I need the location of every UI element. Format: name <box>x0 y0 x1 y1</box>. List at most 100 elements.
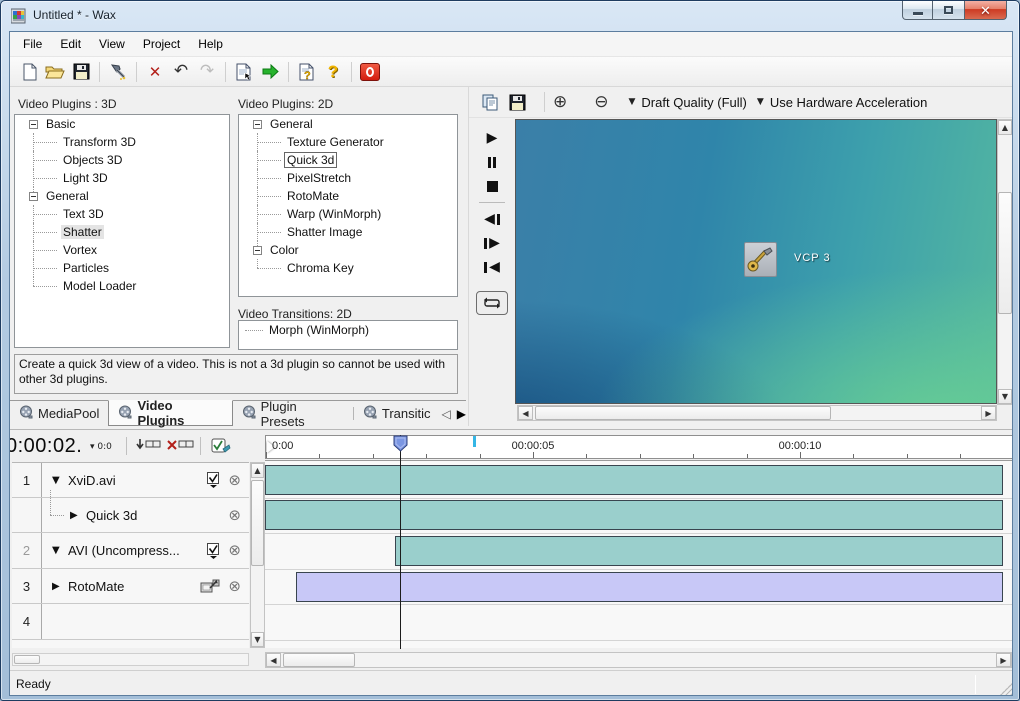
expand-toggle-icon[interactable]: ▶ <box>70 510 78 521</box>
scroll-thumb[interactable] <box>283 653 355 667</box>
scroll-thumb[interactable] <box>535 406 831 420</box>
tree-item-shatter[interactable]: Shatter <box>15 223 229 241</box>
run-arrow-icon[interactable] <box>258 61 282 83</box>
add-track-icon[interactable] <box>136 437 162 453</box>
tree-group-general[interactable]: General <box>15 187 229 205</box>
scroll-right-icon[interactable]: ▶ <box>996 653 1011 667</box>
timeline-clip[interactable] <box>296 572 1003 602</box>
splitter[interactable] <box>10 429 1013 430</box>
go-start-button[interactable]: ◀ <box>477 255 507 279</box>
acceleration-dropdown-arrow[interactable]: ▼ <box>757 97 764 107</box>
remove-icon[interactable]: ⊗ <box>228 508 241 523</box>
record-power-icon[interactable] <box>358 61 382 83</box>
tab-scroll-left-icon[interactable]: ◁ <box>442 407 451 421</box>
playhead-line[interactable] <box>400 435 401 649</box>
help-document-icon[interactable]: ? <box>295 61 319 83</box>
preview-horizontal-scrollbar[interactable]: ◀ ▶ <box>517 405 997 421</box>
remove-icon[interactable]: ⊗ <box>228 579 241 594</box>
scroll-up-icon[interactable]: ▲ <box>251 463 264 478</box>
open-folder-icon[interactable] <box>43 61 67 83</box>
tracklist-horizontal-scrollbar[interactable] <box>12 653 249 666</box>
collapse-toggle-icon[interactable] <box>29 192 38 201</box>
scroll-left-icon[interactable]: ◀ <box>266 653 281 667</box>
scroll-right-icon[interactable]: ▶ <box>981 406 996 420</box>
timeline-clip[interactable] <box>395 536 1003 566</box>
track-row-avi-uncompress-[interactable]: 2▼AVI (Uncompress...⊗ <box>12 533 249 569</box>
tree-item-model-loader[interactable]: Model Loader <box>15 277 229 295</box>
help-question-icon[interactable]: ? <box>321 61 345 83</box>
collapse-toggle-icon[interactable] <box>253 120 262 129</box>
zoom-out-icon[interactable]: ⊖ <box>594 94 608 111</box>
new-document-icon[interactable] <box>17 61 41 83</box>
collapse-toggle-icon[interactable] <box>29 120 38 129</box>
remove-icon[interactable]: ⊗ <box>228 543 241 558</box>
scroll-thumb[interactable] <box>251 480 264 566</box>
timeline-clip[interactable] <box>265 500 1003 530</box>
menu-file[interactable]: File <box>14 33 51 55</box>
tree-item-objects-3d[interactable]: Objects 3D <box>15 151 229 169</box>
playhead-marker[interactable] <box>393 435 408 455</box>
tab-transitic[interactable]: Transitic <box>354 401 440 426</box>
copy-frame-icon[interactable] <box>481 93 499 111</box>
track-row-rotomate[interactable]: 3▶RotoMate⊗ <box>12 569 249 604</box>
tree-item-pixelstretch[interactable]: PixelStretch <box>239 169 457 187</box>
zoom-in-icon[interactable]: ⊕ <box>553 94 567 111</box>
collapse-toggle-icon[interactable]: ▼ <box>52 475 60 486</box>
tree-item-quick-3d[interactable]: Quick 3d <box>239 151 457 169</box>
titlebar[interactable]: Untitled * - Wax ✕ <box>1 1 1019 31</box>
save-floppy-icon[interactable] <box>69 61 93 83</box>
step-forward-button[interactable]: ▶ <box>477 231 507 255</box>
tree-group-color[interactable]: Color <box>239 241 457 259</box>
timecode-display[interactable]: 0:00:02. <box>9 435 82 458</box>
tree-item-text-3d[interactable]: Text 3D <box>15 205 229 223</box>
undo-arrow-icon[interactable]: ↶ <box>169 61 193 83</box>
timecode-unit-dropdown[interactable]: ▾ 0:0 <box>90 442 112 452</box>
tree-group-general[interactable]: General <box>239 115 457 133</box>
stop-button[interactable] <box>477 174 507 198</box>
quality-dropdown-label[interactable]: Draft Quality (Full) <box>641 95 746 110</box>
redo-arrow-icon[interactable]: ↷ <box>195 61 219 83</box>
scroll-up-icon[interactable]: ▲ <box>998 120 1012 135</box>
delete-x-icon[interactable]: ✕ <box>143 61 167 83</box>
resize-grip[interactable] <box>1000 683 1012 695</box>
menu-help[interactable]: Help <box>189 33 232 55</box>
menu-edit[interactable]: Edit <box>51 33 90 55</box>
edit-properties-icon[interactable] <box>210 437 232 455</box>
expand-toggle-icon[interactable]: ▶ <box>52 581 60 592</box>
scroll-left-icon[interactable]: ◀ <box>518 406 533 420</box>
quality-dropdown-arrow[interactable]: ▼ <box>629 97 636 107</box>
tree-item-vortex[interactable]: Vortex <box>15 241 229 259</box>
export-document-icon[interactable] <box>232 61 256 83</box>
menu-view[interactable]: View <box>90 33 134 55</box>
tools-hammer-icon[interactable] <box>106 61 130 83</box>
loop-button[interactable] <box>476 291 508 315</box>
preview-vertical-scrollbar[interactable]: ▲ ▼ <box>997 119 1013 405</box>
save-frame-icon[interactable] <box>509 94 526 111</box>
tab-scroll-right-icon[interactable]: ▶ <box>457 407 466 421</box>
timeline-clip[interactable] <box>265 465 1003 495</box>
export-frame-icon[interactable] <box>200 579 221 594</box>
pause-button[interactable] <box>477 150 507 174</box>
menu-project[interactable]: Project <box>134 33 189 55</box>
minimize-button[interactable] <box>902 1 933 20</box>
collapse-toggle-icon[interactable]: ▼ <box>52 545 60 556</box>
tree-item-rotomate[interactable]: RotoMate <box>239 187 457 205</box>
scroll-down-icon[interactable]: ▼ <box>998 389 1012 404</box>
tree-item-morph-winmorph-[interactable]: Morph (WinMorph) <box>239 321 457 339</box>
step-back-button[interactable]: ◀ <box>477 207 507 231</box>
scroll-thumb[interactable] <box>14 655 40 664</box>
track-row-xvid-avi[interactable]: 1▼XviD.avi⊗ <box>12 463 249 498</box>
render-check-icon[interactable] <box>206 543 221 559</box>
acceleration-dropdown-label[interactable]: Use Hardware Acceleration <box>770 95 928 110</box>
track-row-4[interactable]: 4 <box>12 604 249 640</box>
tree-item-texture-generator[interactable]: Texture Generator <box>239 133 457 151</box>
tree-item-transform-3d[interactable]: Transform 3D <box>15 133 229 151</box>
tree-item-particles[interactable]: Particles <box>15 259 229 277</box>
play-button[interactable]: ▶ <box>477 126 507 150</box>
remove-icon[interactable]: ⊗ <box>228 473 241 488</box>
tree-item-shatter-image[interactable]: Shatter Image <box>239 223 457 241</box>
tree-group-basic[interactable]: Basic <box>15 115 229 133</box>
scroll-thumb[interactable] <box>998 192 1012 314</box>
tab-video-plugins[interactable]: Video Plugins <box>108 400 232 426</box>
timeline-ruler[interactable]: 0:0000:00:0500:00:10 <box>265 435 1012 459</box>
